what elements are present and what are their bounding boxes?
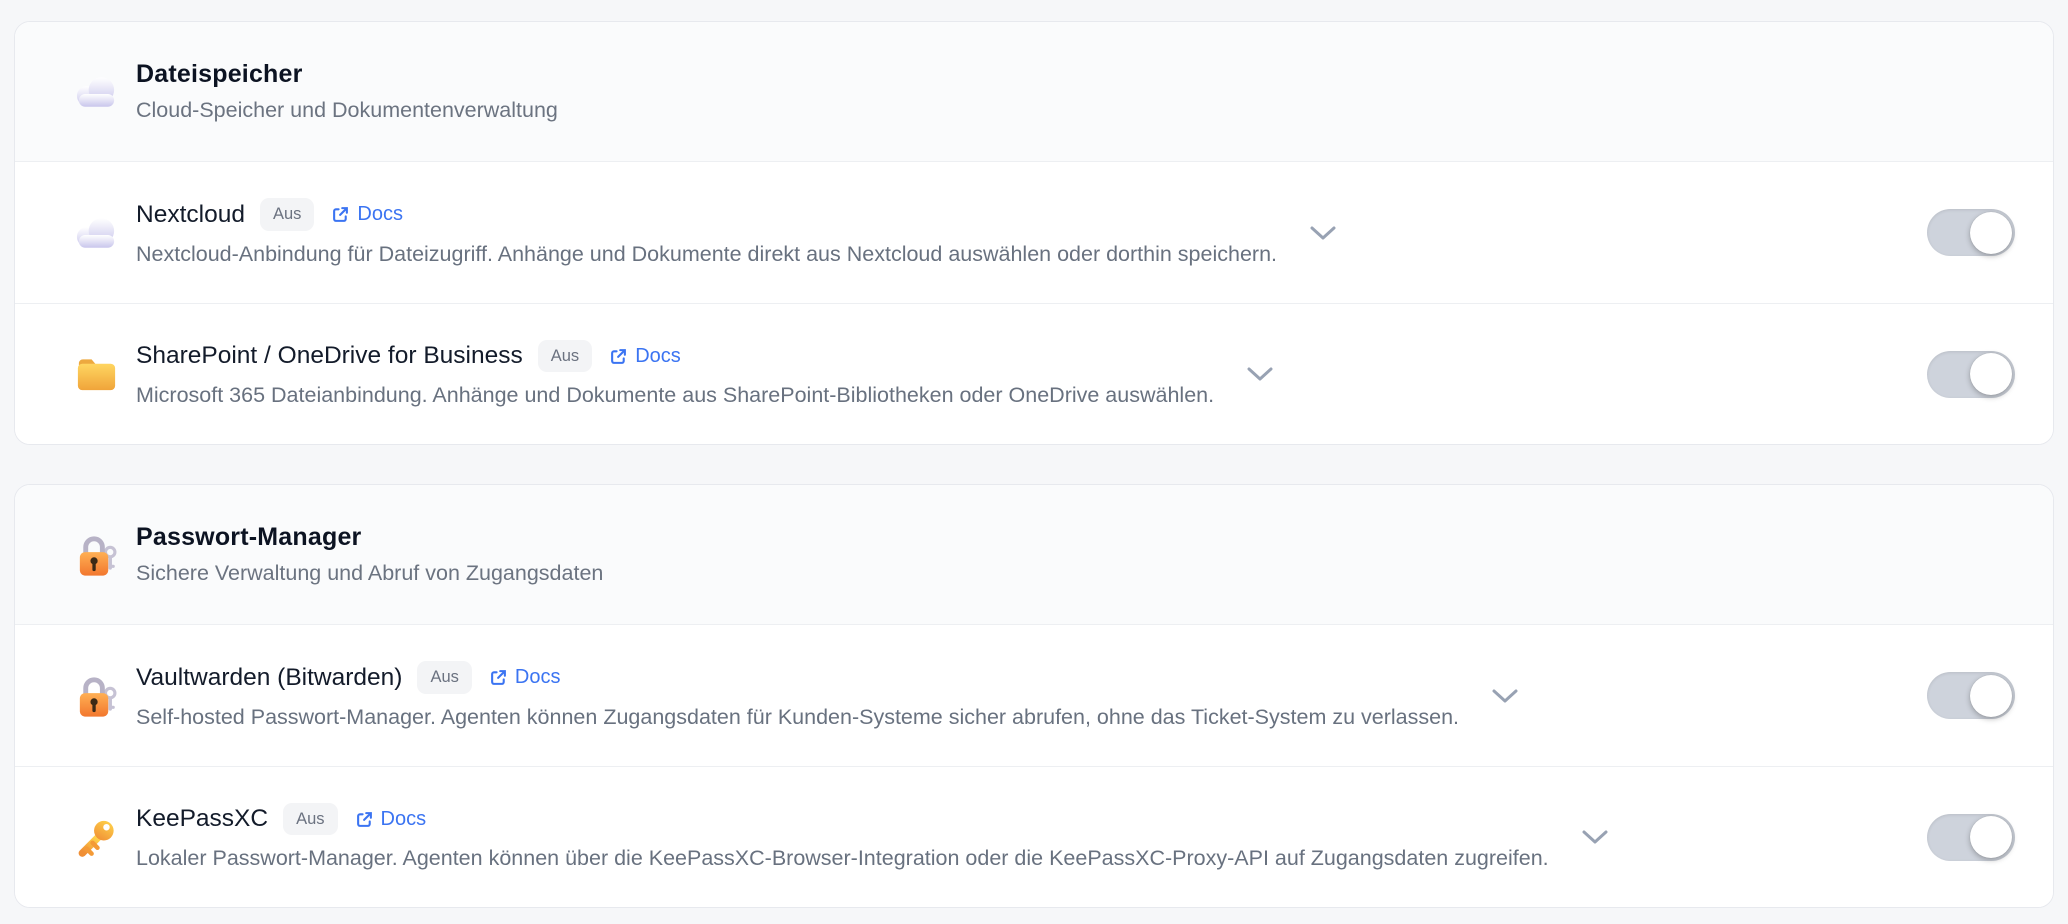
integration-name: Vaultwarden (Bitwarden) [136,664,402,692]
toggle-knob [1970,353,2012,395]
expand-button[interactable] [1487,684,1523,708]
integration-row-vaultwarden: Vaultwarden (Bitwarden) Aus Docs Self-ho… [15,625,2053,766]
integration-name: Nextcloud [136,201,245,229]
status-badge: Aus [417,661,471,694]
folder-icon [73,354,120,394]
docs-link-label: Docs [515,666,561,689]
external-link-icon [609,347,628,366]
integration-name: KeePassXC [136,805,268,833]
integration-name: SharePoint / OneDrive for Business [136,342,523,370]
docs-link-label: Docs [635,345,681,368]
integration-row-nextcloud: Nextcloud Aus Docs Nextcloud-Anbindung f… [15,162,2053,303]
toggle-knob [1970,675,2012,717]
docs-link[interactable]: Docs [489,666,561,689]
integration-description: Microsoft 365 Dateianbindung. Anhänge un… [136,383,1214,408]
section-subtitle: Cloud-Speicher und Dokumentenverwaltung [136,98,558,123]
section-dateispeicher: Dateispeicher Cloud-Speicher und Dokumen… [14,21,2054,445]
docs-link-label: Docs [357,203,403,226]
section-title: Dateispeicher [136,60,558,89]
keepassxc-toggle[interactable] [1927,814,2015,861]
docs-link[interactable]: Docs [355,808,427,831]
status-badge: Aus [283,803,337,836]
integration-row-keepassxc: KeePassXC Aus Docs Lokaler Passwort-Mana… [15,766,2053,907]
integration-row-sharepoint: SharePoint / OneDrive for Business Aus D… [15,303,2053,444]
external-link-icon [355,810,374,829]
cloud-icon [73,74,120,110]
external-link-icon [489,668,508,687]
external-link-icon [331,205,350,224]
toggle-knob [1970,212,2012,254]
integration-description: Nextcloud-Anbindung für Dateizugriff. An… [136,242,1277,267]
nextcloud-toggle[interactable] [1927,209,2015,256]
docs-link[interactable]: Docs [609,345,681,368]
status-badge: Aus [538,340,592,373]
toggle-knob [1970,816,2012,858]
section-title: Passwort-Manager [136,523,603,552]
section-header-passwort-manager: Passwort-Manager Sichere Verwaltung und … [15,485,2053,625]
section-subtitle: Sichere Verwaltung und Abruf von Zugangs… [136,561,603,586]
docs-link[interactable]: Docs [331,203,403,226]
status-badge: Aus [260,198,314,231]
section-header-dateispeicher: Dateispeicher Cloud-Speicher und Dokumen… [15,22,2053,162]
chevron-down-icon [1491,688,1519,704]
integrations-settings-page: Dateispeicher Cloud-Speicher und Dokumen… [0,0,2068,908]
lock-icon [73,532,120,578]
expand-button[interactable] [1577,825,1613,849]
section-passwort-manager: Passwort-Manager Sichere Verwaltung und … [14,484,2054,908]
chevron-down-icon [1246,366,1274,382]
expand-button[interactable] [1242,362,1278,386]
docs-link-label: Docs [381,808,427,831]
chevron-down-icon [1581,829,1609,845]
key-icon [73,814,120,861]
expand-button[interactable] [1305,221,1341,245]
integration-description: Self-hosted Passwort-Manager. Agenten kö… [136,705,1459,730]
vaultwarden-toggle[interactable] [1927,672,2015,719]
lock-icon [73,673,120,719]
integration-description: Lokaler Passwort-Manager. Agenten können… [136,846,1549,871]
sharepoint-toggle[interactable] [1927,351,2015,398]
chevron-down-icon [1309,225,1337,241]
cloud-icon [73,215,120,251]
